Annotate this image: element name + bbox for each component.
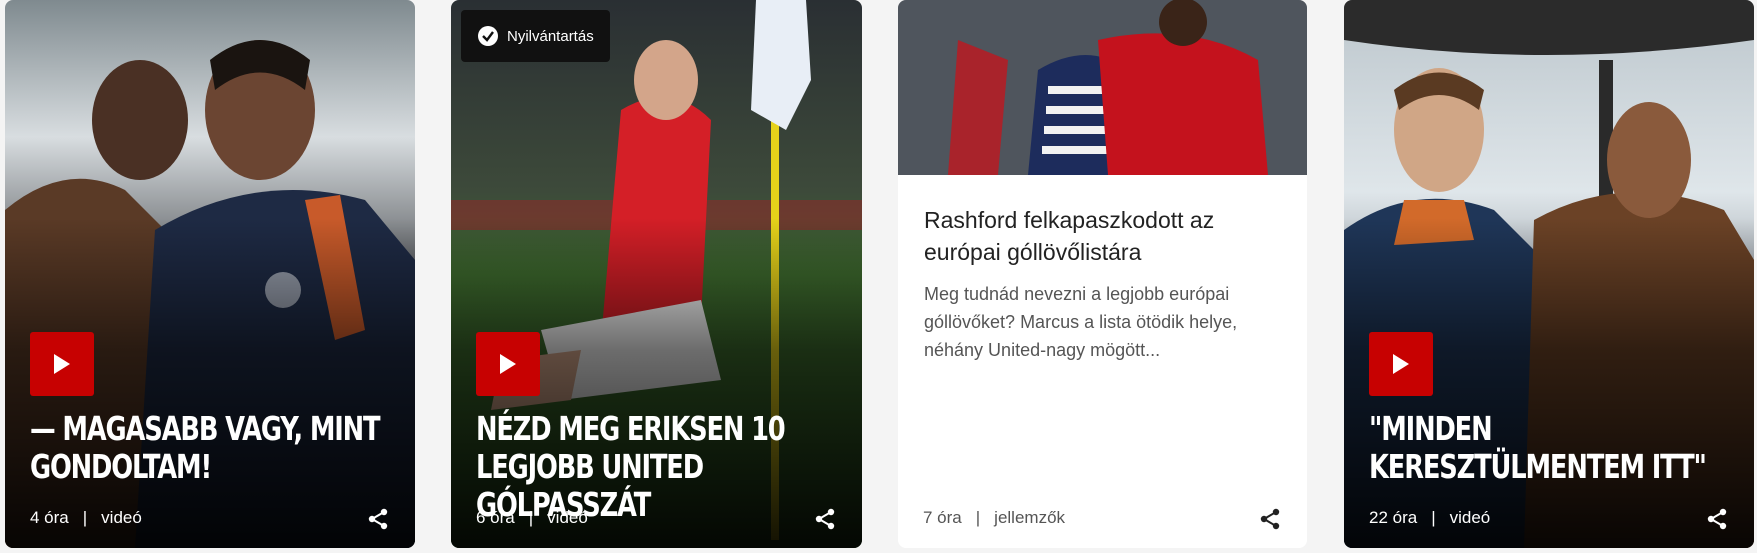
share-icon[interactable] (1259, 508, 1281, 530)
news-card-3[interactable]: Rashford felkapaszkodott az európai góll… (898, 0, 1307, 548)
play-button[interactable] (30, 332, 94, 396)
card-time: 22 óra (1369, 508, 1418, 527)
registration-badge: Nyilvántartás (461, 10, 610, 62)
play-icon (54, 354, 70, 374)
news-card-1[interactable]: — MAGASABB VAGY, MINT GONDOLTAM! 4 óra |… (5, 0, 415, 548)
card-time: 4 óra (30, 508, 69, 527)
meta-separator: | (1431, 508, 1436, 527)
card-category[interactable]: videó (1450, 508, 1491, 528)
card-meta: 7 óra | jellemzők (923, 508, 1065, 528)
card-title[interactable]: Rashford felkapaszkodott az európai góll… (924, 204, 1283, 268)
card-meta: 22 óra | videó (1369, 508, 1490, 528)
card-category[interactable]: jellemzők (994, 508, 1065, 528)
card-category[interactable]: videó (101, 508, 142, 528)
card-time: 6 óra (476, 508, 515, 527)
card-category[interactable]: videó (547, 508, 588, 528)
card-meta: 4 óra | videó (30, 508, 142, 528)
meta-separator: | (82, 508, 88, 527)
check-circle-icon (478, 26, 498, 46)
play-icon (1393, 354, 1409, 374)
card-meta: 6 óra | videó (476, 508, 588, 528)
card-description: Meg tudnád nevezni a legjobb európai gól… (924, 284, 1238, 360)
card-3-photo (898, 0, 1307, 175)
share-icon[interactable] (367, 508, 389, 530)
card-title[interactable]: "MINDEN KERESZTÜLMENTEM ITT" (1369, 410, 1747, 486)
share-icon[interactable] (814, 508, 836, 530)
play-button[interactable] (1369, 332, 1433, 396)
card-title[interactable]: NÉZD MEG ERIKSEN 10 LEGJOBB UNITED GÓLPA… (476, 410, 854, 524)
card-time: 7 óra (923, 508, 962, 527)
badge-label: Nyilvántartás (507, 27, 594, 45)
news-card-2[interactable]: Nyilvántartás NÉZD MEG ERIKSEN 10 LEGJOB… (451, 0, 862, 548)
news-card-4[interactable]: "MINDEN KERESZTÜLMENTEM ITT" 22 óra | vi… (1344, 0, 1754, 548)
play-button[interactable] (476, 332, 540, 396)
meta-separator: | (528, 508, 534, 527)
card-title[interactable]: — MAGASABB VAGY, MINT GONDOLTAM! (30, 410, 408, 486)
share-icon[interactable] (1706, 508, 1728, 530)
meta-separator: | (975, 508, 981, 527)
play-icon (500, 354, 516, 374)
